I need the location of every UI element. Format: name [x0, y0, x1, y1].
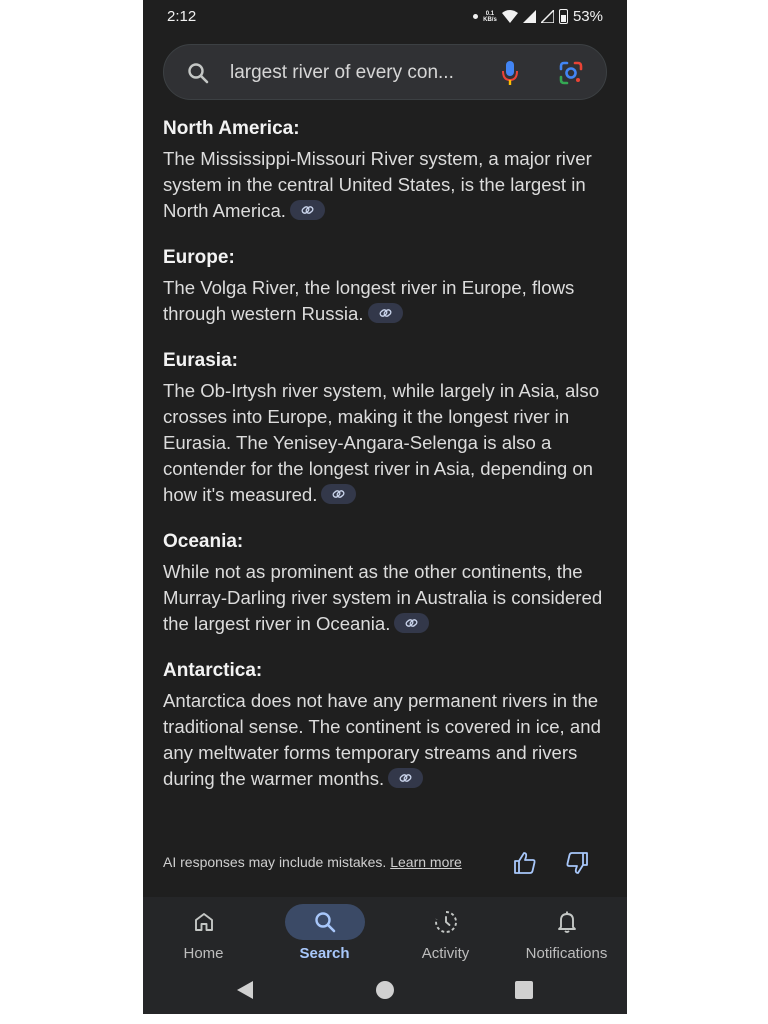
section-eurasia: Eurasia: The Ob-Irtysh river system, whi… [163, 348, 613, 508]
nav-search[interactable]: Search [264, 897, 385, 969]
source-link-chip[interactable] [321, 484, 357, 505]
network-speed: 0.1 KB/s [483, 11, 497, 23]
status-icons: 0.1 KB/s 53% [472, 8, 603, 25]
source-link-chip[interactable] [367, 303, 403, 324]
status-time: 2:12 [167, 8, 197, 25]
source-link-chip[interactable] [289, 200, 325, 221]
wifi-icon [501, 9, 518, 23]
nav-search-label: Search [299, 945, 350, 962]
section-text-body: The Ob-Irtysh river system, while largel… [163, 380, 600, 505]
recents-icon[interactable] [515, 981, 533, 999]
phone-screen: 2:12 0.1 KB/s 53% largest river of every… [143, 0, 627, 1014]
home-icon [194, 913, 213, 931]
section-antarctica: Antarctica: Antarctica does not have any… [163, 658, 613, 792]
system-navigation-bar [143, 969, 627, 1014]
source-link-chip[interactable] [388, 768, 424, 789]
section-heading: Oceania: [163, 531, 244, 552]
search-icon[interactable] [186, 61, 210, 85]
bottom-navigation: Home Search Activity Notifications [143, 897, 627, 969]
nav-home-icon-wrap [164, 904, 244, 940]
back-icon[interactable] [236, 980, 254, 1000]
nav-home-label: Home [183, 945, 224, 962]
lens-icon[interactable] [558, 60, 584, 86]
home-button-icon[interactable] [376, 981, 394, 999]
ai-overview-content: North America: The Mississippi-Missouri … [163, 116, 613, 813]
search-icon [314, 912, 335, 933]
section-text-body: While not as prominent as the other cont… [163, 561, 603, 634]
battery-icon [558, 9, 568, 24]
signal-2-icon [540, 10, 554, 23]
signal-icon [522, 10, 536, 23]
nav-activity-label: Activity [421, 945, 470, 962]
section-oceania: Oceania: While not as prominent as the o… [163, 529, 613, 637]
thumbs-down-icon[interactable] [564, 850, 590, 876]
nav-search-icon-wrap [284, 904, 365, 940]
nav-home[interactable]: Home [143, 897, 264, 969]
nav-notifications-label: Notifications [525, 945, 608, 962]
link-icon [332, 490, 345, 498]
section-text: The Ob-Irtysh river system, while largel… [163, 378, 613, 508]
link-icon [301, 206, 314, 214]
search-query[interactable]: largest river of every con... [230, 62, 454, 84]
section-europe: Europe: The Volga River, the longest riv… [163, 245, 613, 327]
section-heading: Eurasia: [163, 350, 238, 371]
disclaimer-text: AI responses may include mistakes. [163, 854, 387, 870]
status-bar: 2:12 0.1 KB/s 53% [143, 0, 627, 34]
notification-dot-icon [472, 14, 478, 19]
nav-activity[interactable]: Activity [385, 897, 506, 969]
thumbs-up-icon[interactable] [512, 850, 538, 876]
source-link-chip[interactable] [394, 613, 430, 634]
search-bar[interactable]: largest river of every con... [163, 44, 607, 100]
section-text: The Mississippi-Missouri River system, a… [163, 146, 613, 224]
ai-disclaimer: AI responses may include mistakes. Learn… [163, 854, 462, 870]
section-text-body: The Mississippi-Missouri River system, a… [163, 148, 592, 221]
section-text: While not as prominent as the other cont… [163, 559, 613, 637]
bell-icon [557, 911, 576, 933]
learn-more-link[interactable]: Learn more [390, 854, 462, 870]
nav-activity-icon-wrap [406, 904, 486, 940]
link-icon [405, 619, 418, 627]
section-heading: Europe: [163, 247, 235, 268]
link-icon [379, 309, 391, 317]
mic-icon[interactable] [500, 59, 520, 87]
battery-percent: 53% [572, 8, 603, 25]
section-north-america: North America: The Mississippi-Missouri … [163, 116, 613, 224]
section-heading: North America: [163, 118, 300, 139]
link-icon [399, 774, 412, 782]
section-text-body: Antarctica does not have any permanent r… [163, 690, 601, 789]
network-speed-unit: KB/s [483, 16, 497, 23]
section-text: Antarctica does not have any permanent r… [163, 688, 613, 792]
nav-notifications[interactable]: Notifications [506, 897, 627, 969]
section-heading: Antarctica: [163, 660, 263, 681]
activity-icon [434, 911, 457, 933]
section-text: The Volga River, the longest river in Eu… [163, 275, 613, 327]
nav-notifications-icon-wrap [527, 904, 607, 940]
